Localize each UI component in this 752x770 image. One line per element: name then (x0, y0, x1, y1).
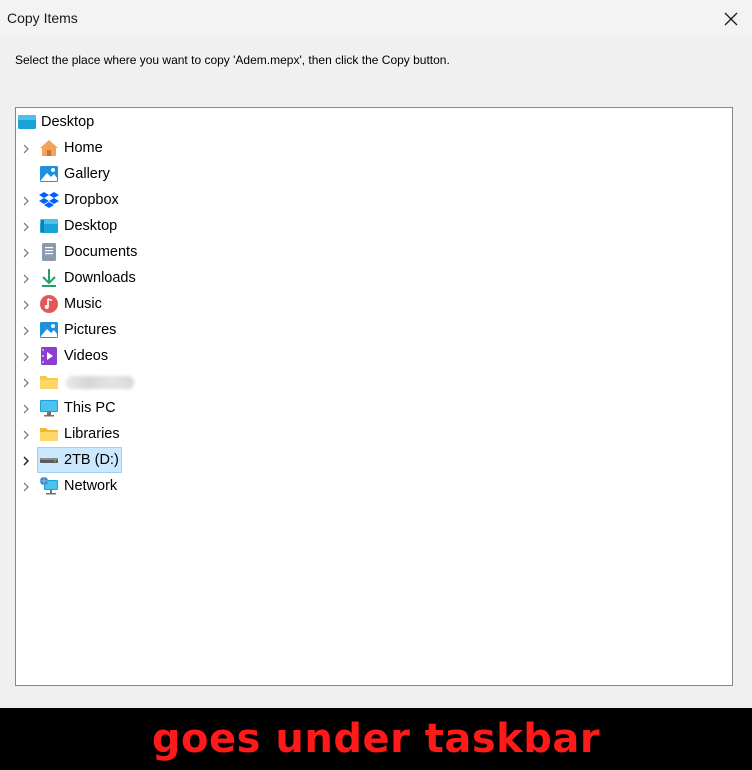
tree-item-gallery[interactable]: Gallery (16, 162, 316, 186)
overlay-caption: goes under taskbar (151, 716, 601, 762)
tree-item-label: Music (64, 296, 102, 312)
tree-item-label: Gallery (64, 166, 110, 182)
tree-item-redacted-folder[interactable] (16, 370, 316, 394)
tree-root-desktop[interactable]: Desktop (16, 110, 316, 134)
close-button[interactable] (720, 8, 742, 30)
documents-icon (42, 243, 56, 261)
tree-item-network[interactable]: Network (16, 474, 316, 498)
tree-item-label: Documents (64, 244, 138, 260)
tree-item-label: Desktop (64, 218, 118, 234)
taskbar-overlay: goes under taskbar (0, 708, 752, 770)
pictures-icon (40, 322, 58, 338)
tree-item-music[interactable]: Music (16, 292, 316, 316)
this-pc-icon (40, 400, 58, 417)
tree-item-label: Videos (64, 348, 109, 364)
chevron-right-icon[interactable] (20, 247, 32, 259)
tree-item-label: Desktop (41, 114, 95, 130)
tree-item-drive-d[interactable]: 2TB (D:) (16, 447, 316, 473)
chevron-right-icon[interactable] (20, 273, 32, 285)
tree-item-pictures[interactable]: Pictures (16, 318, 316, 342)
home-icon (40, 140, 58, 156)
chevron-right-icon[interactable] (20, 195, 32, 207)
network-icon (40, 477, 58, 495)
folder-tree[interactable]: Desktop Home Gallery Dropbox Desktop Doc… (15, 107, 733, 686)
libraries-icon (40, 428, 58, 441)
tree-item-label: Downloads (64, 270, 136, 286)
tree-item-this-pc[interactable]: This PC (16, 396, 316, 420)
tree-item-label: 2TB (D:) (64, 452, 119, 468)
tree-item-libraries[interactable]: Libraries (16, 422, 316, 446)
videos-icon (41, 347, 57, 365)
close-icon (724, 12, 738, 26)
drive-icon (40, 458, 58, 463)
tree-item-label: Dropbox (64, 192, 119, 208)
tree-item-label: This PC (64, 400, 116, 416)
instruction-text: Select the place where you want to copy … (15, 53, 450, 67)
tree-item-label: Pictures (64, 322, 117, 338)
chevron-right-icon[interactable] (20, 325, 32, 337)
tree-item-dropbox[interactable]: Dropbox (16, 188, 316, 212)
tree-item-videos[interactable]: Videos (16, 344, 316, 368)
dropbox-icon (39, 192, 59, 208)
dialog-title: Copy Items (7, 10, 78, 26)
tree-item-documents[interactable]: Documents (16, 240, 316, 264)
redacted-label (66, 376, 134, 389)
tree-item-label: Libraries (64, 426, 120, 442)
chevron-right-icon[interactable] (20, 143, 32, 155)
chevron-right-icon[interactable] (20, 377, 32, 389)
chevron-right-icon[interactable] (20, 299, 32, 311)
tree-item-home[interactable]: Home (16, 136, 316, 160)
chevron-right-icon[interactable] (20, 351, 32, 363)
chevron-right-icon[interactable] (20, 403, 32, 415)
chevron-right-icon[interactable] (20, 429, 32, 441)
desktop-icon (40, 219, 58, 233)
tree-item-downloads[interactable]: Downloads (16, 266, 316, 290)
tree-item-label: Network (64, 478, 118, 494)
title-bar: Copy Items (0, 0, 752, 38)
gallery-icon (40, 166, 58, 182)
downloads-icon (42, 269, 56, 287)
desktop-icon (18, 115, 36, 129)
tree-item-desktop[interactable]: Desktop (16, 214, 316, 238)
dialog-footer (0, 686, 752, 710)
tree-item-label: Home (64, 140, 103, 156)
music-icon (40, 295, 58, 313)
chevron-right-icon[interactable] (20, 221, 32, 233)
chevron-right-icon[interactable] (20, 481, 32, 493)
chevron-right-icon[interactable] (20, 455, 32, 467)
folder-icon (40, 376, 58, 389)
